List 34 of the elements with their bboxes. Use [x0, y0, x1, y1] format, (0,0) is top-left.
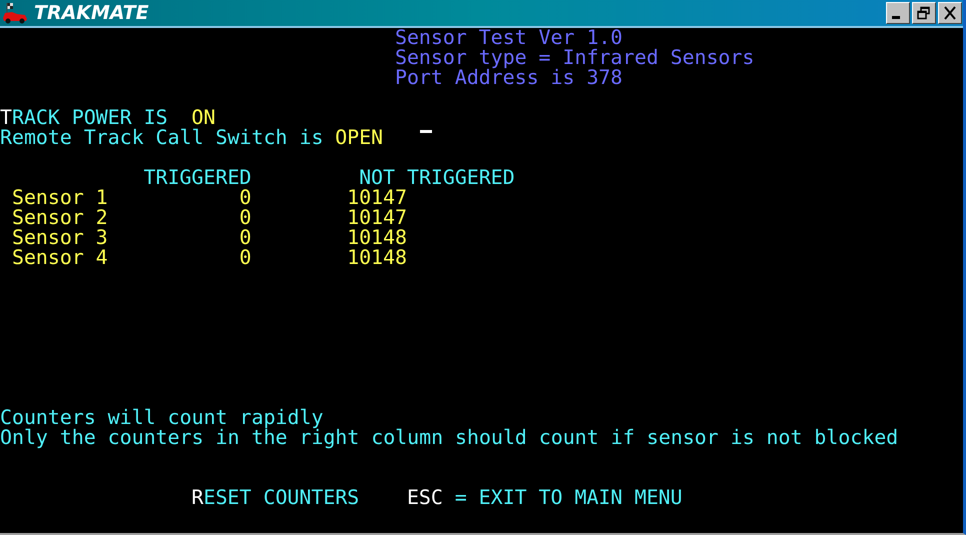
column-header: TRIGGERED [144, 168, 252, 188]
triggered-count: 0 [239, 188, 252, 208]
triggered-count: 0 [239, 248, 252, 268]
not-triggered-count: 10147 [347, 188, 407, 208]
restore-icon [916, 6, 932, 20]
not-triggered-count: 10147 [347, 208, 407, 228]
race-car-icon [2, 2, 28, 24]
sensor-name: Sensor 3 [12, 228, 108, 248]
sensor-name: Sensor 4 [12, 248, 108, 268]
cursor-icon [420, 130, 432, 133]
close-icon [942, 6, 958, 20]
note-line: Counters will count rapidly [0, 408, 324, 428]
close-button[interactable] [938, 2, 962, 24]
minimize-icon [892, 16, 900, 18]
exit-command[interactable]: ESC = EXIT TO MAIN MENU [406, 488, 682, 508]
minimize-button[interactable] [886, 2, 910, 24]
track-power-value: ON [192, 108, 216, 128]
not-triggered-count: 10148 [347, 228, 407, 248]
note-line: Only the counters in the right column should count if sensor is not blocked [0, 428, 898, 448]
sensor-name: Sensor 2 [12, 208, 108, 228]
header-line: Port Address is 378 [394, 68, 624, 88]
header-line: Sensor type = Infrared Sensors [394, 48, 756, 68]
triggered-count: 0 [239, 208, 252, 228]
restore-button[interactable] [912, 2, 936, 24]
column-header: NOT TRIGGERED [359, 168, 515, 188]
header-line: Sensor Test Ver 1.0 [394, 28, 622, 48]
window-title: TRAKMATE [34, 2, 149, 24]
track-power-label: TRACK POWER IS [0, 108, 168, 128]
switch-label: Remote Track Call Switch is [0, 128, 324, 148]
not-triggered-count: 10148 [347, 248, 407, 268]
triggered-count: 0 [239, 228, 252, 248]
reset-counters-command[interactable]: RESET COUNTERS [192, 488, 360, 508]
switch-value: OPEN [335, 128, 383, 148]
sensor-name: Sensor 1 [12, 188, 108, 208]
